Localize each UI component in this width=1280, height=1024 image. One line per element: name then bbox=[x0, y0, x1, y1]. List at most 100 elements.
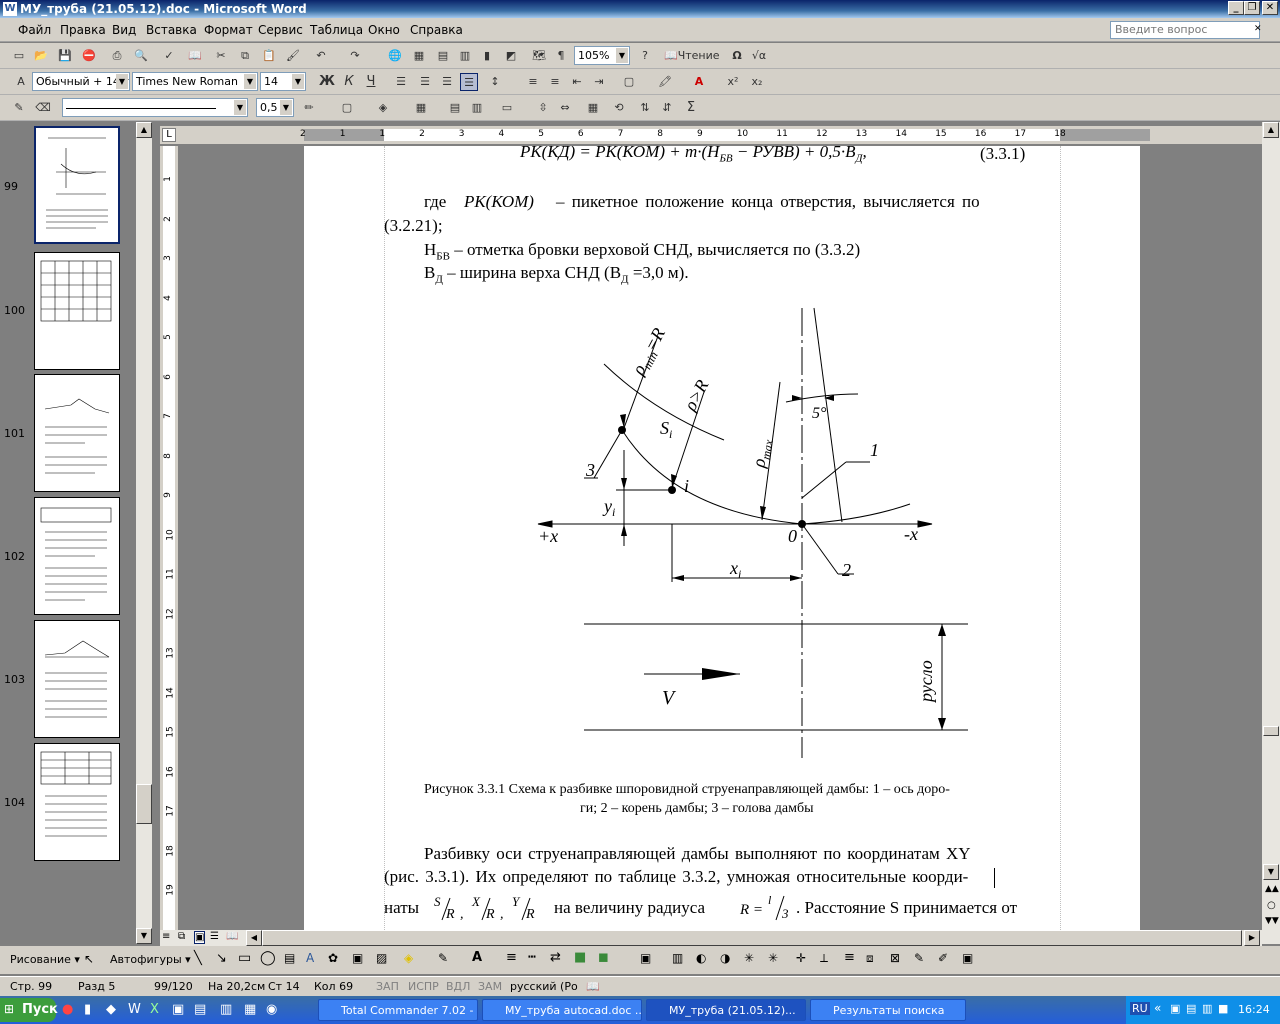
sort-asc-icon[interactable]: ⇅ bbox=[636, 99, 654, 117]
vertical-ruler[interactable]: 1 2 3 4 5 6 7 8 9 10 11 12 13 14 15 16 17 18 19 bbox=[160, 146, 178, 930]
scroll-right-icon[interactable]: ▶ bbox=[1244, 930, 1260, 946]
menu-window[interactable]: Окно bbox=[368, 23, 400, 37]
reading-button[interactable]: 📖Чтение bbox=[664, 47, 724, 65]
restore-button[interactable]: ❐ bbox=[1244, 1, 1260, 15]
document-vscrollbar[interactable]: ▲ ▼ ▲▲ ○ ▼▼ bbox=[1262, 122, 1280, 944]
drawing-tool-12-icon[interactable]: ✎ bbox=[914, 951, 924, 965]
autosum-icon[interactable]: Σ bbox=[682, 99, 700, 117]
insert-excel-icon[interactable]: ▥ bbox=[456, 47, 474, 65]
quicklaunch-3-icon[interactable]: ◆ bbox=[106, 1002, 116, 1017]
line-color-icon[interactable]: ✎ bbox=[438, 951, 448, 965]
distribute-rows-icon[interactable]: ⇳ bbox=[534, 99, 552, 117]
scroll-left-icon[interactable]: ◀ bbox=[246, 930, 262, 946]
italic-button[interactable]: К bbox=[340, 73, 358, 91]
clipart-icon[interactable]: ▣ bbox=[352, 951, 363, 965]
paste-icon[interactable]: 📋 bbox=[260, 47, 278, 65]
align-left-icon[interactable]: ☰ bbox=[392, 73, 410, 91]
drawing-tool-8-icon[interactable]: ⟂ bbox=[820, 951, 828, 966]
scroll-down-icon[interactable]: ▼ bbox=[136, 928, 152, 944]
align-center-icon[interactable]: ☰ bbox=[416, 73, 434, 91]
drawing-tool-6-icon[interactable]: ✳ bbox=[768, 951, 778, 965]
draw-menu[interactable]: Рисование ▾ bbox=[10, 953, 80, 966]
web-view-icon[interactable]: ⧉ bbox=[178, 931, 185, 942]
bullets-icon[interactable]: ≡ bbox=[546, 73, 564, 91]
underline-button[interactable]: Ч bbox=[362, 73, 380, 91]
word-icon[interactable]: W bbox=[3, 2, 17, 16]
subscript-icon[interactable]: x₂ bbox=[748, 73, 766, 91]
shadow-icon[interactable]: ■ bbox=[574, 950, 586, 965]
align-cell-icon[interactable]: ▭ bbox=[498, 99, 516, 117]
rectangle-tool-icon[interactable]: ▭ bbox=[238, 950, 251, 966]
font-color-icon[interactable]: A bbox=[690, 73, 708, 91]
tray-icon-1[interactable]: ▣ bbox=[1170, 1002, 1180, 1015]
border-color-icon[interactable]: ✏ bbox=[300, 99, 318, 117]
columns-icon[interactable]: ▮ bbox=[478, 47, 496, 65]
status-ovr[interactable]: ЗАМ bbox=[478, 980, 502, 993]
dash-style-icon[interactable]: ┅ bbox=[528, 950, 536, 965]
menu-file[interactable]: Файл bbox=[18, 23, 51, 37]
oval-tool-icon[interactable]: ◯ bbox=[260, 950, 276, 966]
autoformat-icon[interactable]: ▦ bbox=[584, 99, 602, 117]
document-map-icon[interactable]: 🗺 bbox=[530, 47, 548, 65]
drawing-tool-4-icon[interactable]: ◑ bbox=[720, 951, 730, 965]
drawing-tool-2-icon[interactable]: ▥ bbox=[672, 951, 683, 965]
highlight-icon[interactable]: 🖍 bbox=[656, 73, 674, 91]
quicklaunch-word-icon[interactable]: W bbox=[128, 1002, 141, 1017]
fill-color-icon[interactable]: ◈ bbox=[404, 951, 413, 965]
menu-format[interactable]: Формат bbox=[204, 23, 253, 37]
redo-icon[interactable]: ↷ bbox=[346, 47, 364, 65]
task-search-results[interactable]: Результаты поиска bbox=[810, 999, 966, 1021]
spelling-icon[interactable]: ✓ bbox=[160, 47, 178, 65]
quicklaunch-8-icon[interactable]: ▥ bbox=[220, 1002, 232, 1017]
quicklaunch-10-icon[interactable]: ◉ bbox=[266, 1002, 277, 1017]
outside-border-icon[interactable]: ▢ bbox=[338, 99, 356, 117]
increase-indent-icon[interactable]: ⇥ bbox=[590, 73, 608, 91]
thumbnails-scrollbar[interactable]: ▲ ▼ bbox=[136, 122, 152, 944]
document-hscrollbar[interactable]: ≡ ⧉ ▣ ☰ 📖 ◀ ▶ bbox=[160, 930, 1262, 946]
undo-icon[interactable]: ↶ bbox=[312, 47, 330, 65]
distribute-cols-icon[interactable]: ⇔ bbox=[556, 99, 574, 117]
drawing-tool-14-icon[interactable]: ▣ bbox=[962, 951, 973, 965]
drawing-tool-9-icon[interactable]: ≡ bbox=[844, 950, 855, 965]
eraser-icon[interactable]: ⌫ bbox=[34, 99, 52, 117]
show-hide-icon[interactable]: ¶ bbox=[552, 47, 570, 65]
text-direction-icon[interactable]: ⟲ bbox=[610, 99, 628, 117]
quicklaunch-opera-icon[interactable]: ● bbox=[62, 1002, 73, 1017]
select-objects-icon[interactable]: ↖ bbox=[84, 952, 94, 966]
superscript-icon[interactable]: x² bbox=[724, 73, 742, 91]
close-doc-icon[interactable]: ✕ bbox=[1254, 24, 1262, 34]
drawing-tool-3-icon[interactable]: ◐ bbox=[696, 951, 706, 965]
status-trk[interactable]: ИСПР bbox=[408, 980, 439, 993]
tray-network-icon[interactable]: ▥ bbox=[1202, 1002, 1212, 1015]
line-weight-select[interactable]: 0,5 ▼ bbox=[256, 98, 294, 117]
menu-table[interactable]: Таблица bbox=[310, 23, 363, 37]
quicklaunch-excel-icon[interactable]: X bbox=[150, 1002, 159, 1017]
tray-expand-icon[interactable]: « bbox=[1154, 1001, 1161, 1015]
quicklaunch-9-icon[interactable]: ▦ bbox=[244, 1002, 256, 1017]
tray-icon-2[interactable]: ▤ bbox=[1186, 1002, 1196, 1015]
format-painter-icon[interactable]: 🖌 bbox=[284, 47, 302, 65]
font-size-select[interactable]: 14 ▼ bbox=[260, 72, 306, 91]
justify-icon[interactable]: ☰ bbox=[460, 73, 478, 91]
task-total-commander[interactable]: Total Commander 7.02 - ... bbox=[318, 999, 478, 1021]
diagram-icon[interactable]: ✿ bbox=[328, 951, 338, 965]
shading-icon[interactable]: ◈ bbox=[374, 99, 392, 117]
drawing-tool-1-icon[interactable]: ▣ bbox=[640, 951, 651, 965]
tray-flag-icon[interactable]: ■ bbox=[1218, 1002, 1228, 1015]
wordart-icon[interactable]: A bbox=[306, 951, 314, 965]
font-select[interactable]: Times New Roman ▼ bbox=[132, 72, 258, 91]
borders-icon[interactable]: ▢ bbox=[620, 73, 638, 91]
quicklaunch-2-icon[interactable]: ▮ bbox=[84, 1002, 91, 1017]
scroll-up-icon[interactable]: ▲ bbox=[136, 122, 152, 138]
drawing-font-color-icon[interactable]: A bbox=[472, 950, 482, 965]
next-page-icon[interactable]: ▼▼ bbox=[1265, 916, 1279, 926]
open-icon[interactable]: 📂 bbox=[32, 47, 50, 65]
insert-table2-icon[interactable]: ▦ bbox=[412, 99, 430, 117]
language-indicator[interactable]: RU bbox=[1130, 1002, 1150, 1015]
thumbnail-page-99[interactable] bbox=[34, 126, 120, 244]
thumbnail-page-100[interactable] bbox=[34, 252, 120, 370]
outline-view-icon[interactable]: ☰ bbox=[210, 931, 219, 942]
help-search-input[interactable]: Введите вопрос bbox=[1110, 21, 1260, 39]
quicklaunch-7-icon[interactable]: ▤ bbox=[194, 1002, 206, 1017]
line-style-select[interactable]: ▼ bbox=[62, 98, 248, 117]
